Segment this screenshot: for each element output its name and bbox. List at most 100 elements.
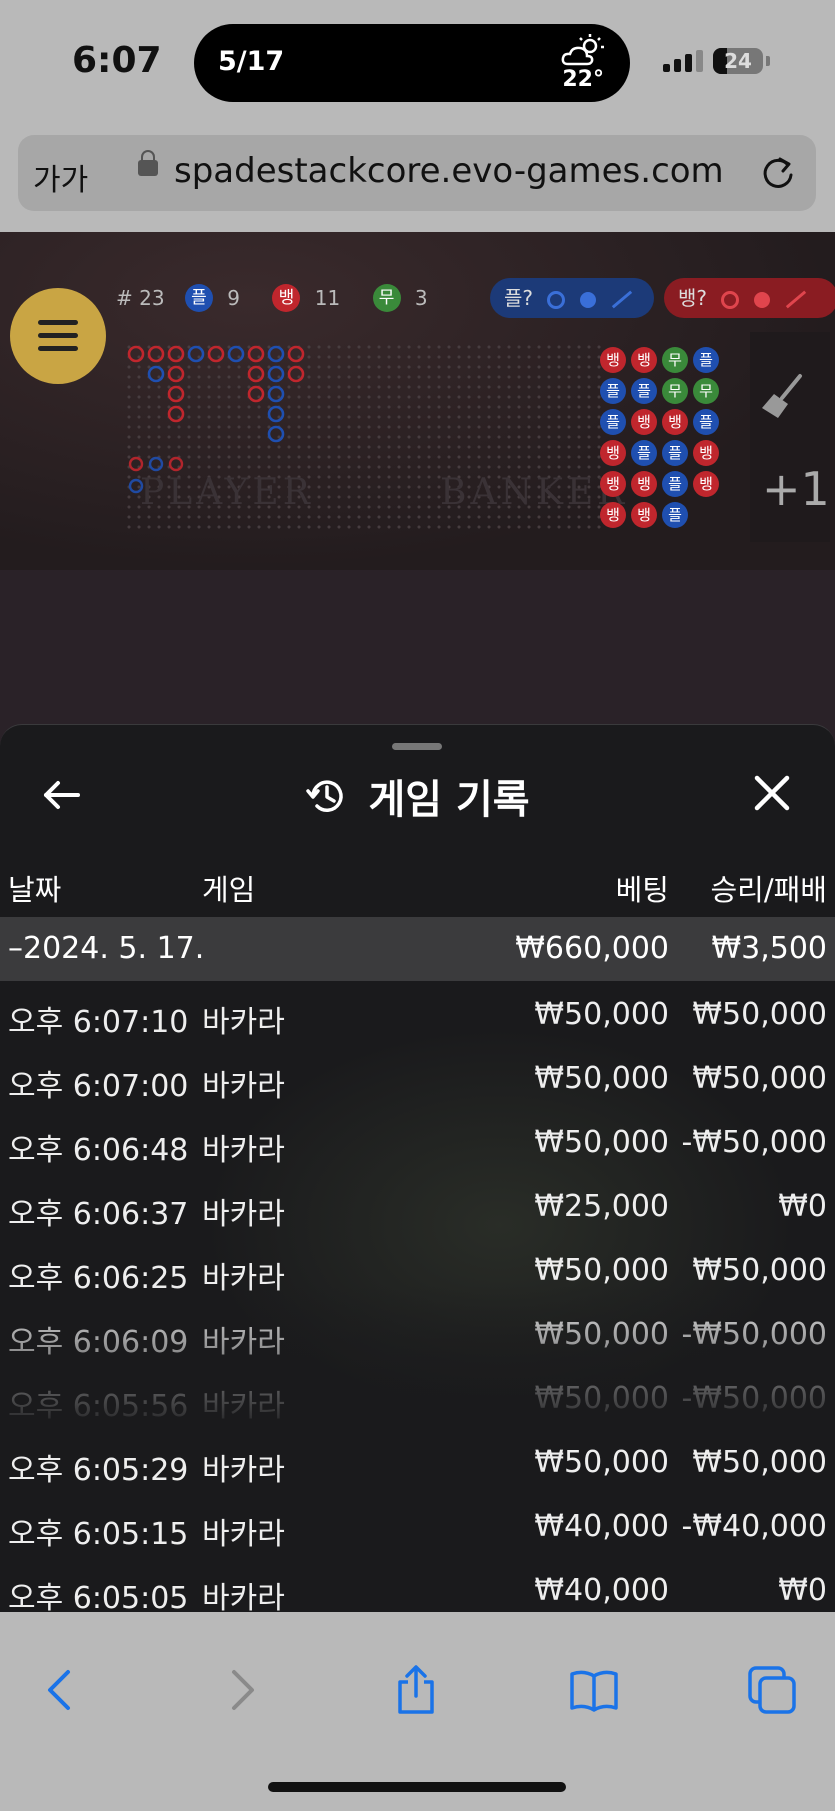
- row-bet: ₩50,000: [534, 997, 669, 1032]
- bead-result: 뱅: [600, 471, 626, 497]
- column-header-result[interactable]: 승리/패배: [711, 867, 828, 909]
- history-list: 오후 6:07:10 바카라 ₩50,000 ₩50,000 오후 6:07:00 바카라…: [0, 981, 835, 1613]
- dynamic-island[interactable]: 5/17 22°: [194, 24, 630, 102]
- bead-result: 뱅: [631, 347, 657, 373]
- close-icon[interactable]: [752, 773, 792, 813]
- row-bet: ₩50,000: [534, 1381, 669, 1416]
- table-row[interactable]: 오후 6:06:25 바카라 ₩50,000 ₩50,000: [0, 1237, 835, 1301]
- bead-result: 플: [631, 440, 657, 466]
- bead-result: 플: [693, 347, 719, 373]
- bead-result: 뱅: [662, 409, 688, 435]
- bead-result: 뱅: [693, 440, 719, 466]
- island-temperature: 22°: [562, 67, 604, 92]
- sheet-grabber[interactable]: [392, 743, 442, 750]
- banker-predict-button[interactable]: 뱅?: [664, 278, 835, 318]
- address-bar[interactable]: 가가 spadestackcore.evo-games.com: [18, 135, 816, 211]
- sheet-title: 게임 기록: [368, 777, 530, 823]
- bead-result: 뱅: [631, 502, 657, 528]
- row-time: 오후 6:06:48: [8, 1133, 189, 1168]
- row-game: 바카라: [202, 1389, 285, 1424]
- home-indicator: [268, 1782, 566, 1792]
- row-time: 오후 6:05:56: [8, 1389, 189, 1424]
- bead-result: 뱅: [600, 502, 626, 528]
- row-result: -₩50,000: [681, 1317, 827, 1352]
- bead-result: 무: [693, 378, 719, 404]
- row-time: 오후 6:05:15: [8, 1517, 189, 1552]
- row-time: 오후 6:05:29: [8, 1453, 189, 1488]
- table-row[interactable]: 오후 6:07:00 바카라 ₩50,000 ₩50,000: [0, 1045, 835, 1109]
- table-row[interactable]: 오후 6:05:15 바카라 ₩40,000 -₩40,000: [0, 1493, 835, 1557]
- bead-result: 플: [600, 378, 626, 404]
- bead-result: 뱅: [631, 409, 657, 435]
- row-bet: ₩50,000: [534, 1253, 669, 1288]
- date-group-date: –2024. 5. 17.: [8, 931, 205, 966]
- history-icon: [306, 780, 344, 812]
- row-bet: ₩40,000: [534, 1509, 669, 1544]
- bead-result: 플: [693, 409, 719, 435]
- row-bet: ₩40,000: [534, 1573, 669, 1608]
- table-row[interactable]: 오후 6:06:37 바카라 ₩25,000 ₩0: [0, 1173, 835, 1237]
- cellular-signal-icon: [663, 50, 707, 72]
- row-time: 오후 6:06:25: [8, 1261, 189, 1296]
- row-result: ₩0: [778, 1189, 827, 1224]
- banker-predict-label: 뱅?: [678, 286, 708, 310]
- url-text[interactable]: spadestackcore.evo-games.com: [174, 151, 724, 191]
- slash-icon: [611, 290, 633, 309]
- row-game: 바카라: [202, 1325, 285, 1360]
- lock-icon: [138, 150, 158, 176]
- reload-icon[interactable]: [758, 153, 798, 193]
- table-row[interactable]: 오후 6:06:09 바카라 ₩50,000 -₩50,000: [0, 1301, 835, 1365]
- status-bar: 6:07 5/17 22° 24: [0, 0, 835, 125]
- row-game: 바카라: [202, 1261, 285, 1296]
- row-game: 바카라: [202, 1517, 285, 1552]
- row-result: ₩50,000: [692, 1253, 827, 1288]
- row-game: 바카라: [202, 1069, 285, 1104]
- slash-icon: [785, 290, 807, 309]
- row-result: -₩50,000: [681, 1381, 827, 1416]
- row-result: ₩50,000: [692, 997, 827, 1032]
- tie-count: 3: [414, 286, 428, 310]
- menu-button[interactable]: [10, 288, 106, 384]
- row-bet: ₩50,000: [534, 1061, 669, 1096]
- row-time: 오후 6:06:37: [8, 1197, 189, 1232]
- row-game: 바카라: [202, 1581, 285, 1613]
- row-game: 바카라: [202, 1133, 285, 1168]
- player-predict-button[interactable]: 플?: [490, 278, 654, 318]
- row-result: -₩50,000: [681, 1125, 827, 1160]
- broom-icon[interactable]: [760, 372, 806, 420]
- round-number: # 23: [116, 286, 165, 310]
- table-row[interactable]: 오후 6:06:48 바카라 ₩50,000 -₩50,000: [0, 1109, 835, 1173]
- row-game: 바카라: [202, 1005, 285, 1040]
- row-bet: ₩50,000: [534, 1445, 669, 1480]
- share-icon[interactable]: [390, 1664, 442, 1716]
- table-row[interactable]: 오후 6:07:10 바카라 ₩50,000 ₩50,000: [0, 981, 835, 1045]
- date-group-row[interactable]: –2024. 5. 17. ₩660,000 ₩3,500: [0, 917, 835, 981]
- chevron-left-icon[interactable]: [36, 1664, 88, 1716]
- tie-badge: 무: [372, 284, 401, 312]
- bead-result: 뱅: [693, 471, 719, 497]
- table-row[interactable]: 오후 6:05:56 바카라 ₩50,000 -₩50,000: [0, 1365, 835, 1429]
- bead-result: 플: [662, 440, 688, 466]
- plus-one-label[interactable]: +1: [762, 462, 830, 516]
- hollow-circle-icon: [547, 290, 566, 309]
- book-icon[interactable]: [568, 1664, 620, 1716]
- bead-result: 플: [631, 378, 657, 404]
- bead-result: 플: [662, 471, 688, 497]
- row-result: ₩50,000: [692, 1445, 827, 1480]
- round-stats: # 23 플 9 뱅 11 무 3: [116, 284, 428, 312]
- column-header-game[interactable]: 게임: [202, 867, 255, 909]
- chevron-right-icon[interactable]: [214, 1664, 266, 1716]
- reader-mode-button[interactable]: 가가: [33, 155, 88, 199]
- row-time: 오후 6:05:05: [8, 1581, 189, 1613]
- player-predict-label: 플?: [504, 286, 534, 310]
- table-row[interactable]: 오후 6:05:29 바카라 ₩50,000 ₩50,000: [0, 1429, 835, 1493]
- solid-circle-icon: [579, 291, 596, 308]
- banker-badge: 뱅: [272, 284, 301, 312]
- column-header-date[interactable]: 날짜: [8, 867, 61, 909]
- column-header-bet[interactable]: 베팅: [616, 867, 669, 909]
- tabs-icon[interactable]: [746, 1664, 798, 1716]
- bead-result: 무: [662, 378, 688, 404]
- row-game: 바카라: [202, 1453, 285, 1488]
- date-group-result: ₩3,500: [711, 931, 827, 966]
- table-row[interactable]: 오후 6:05:05 바카라 ₩40,000 ₩0: [0, 1557, 835, 1613]
